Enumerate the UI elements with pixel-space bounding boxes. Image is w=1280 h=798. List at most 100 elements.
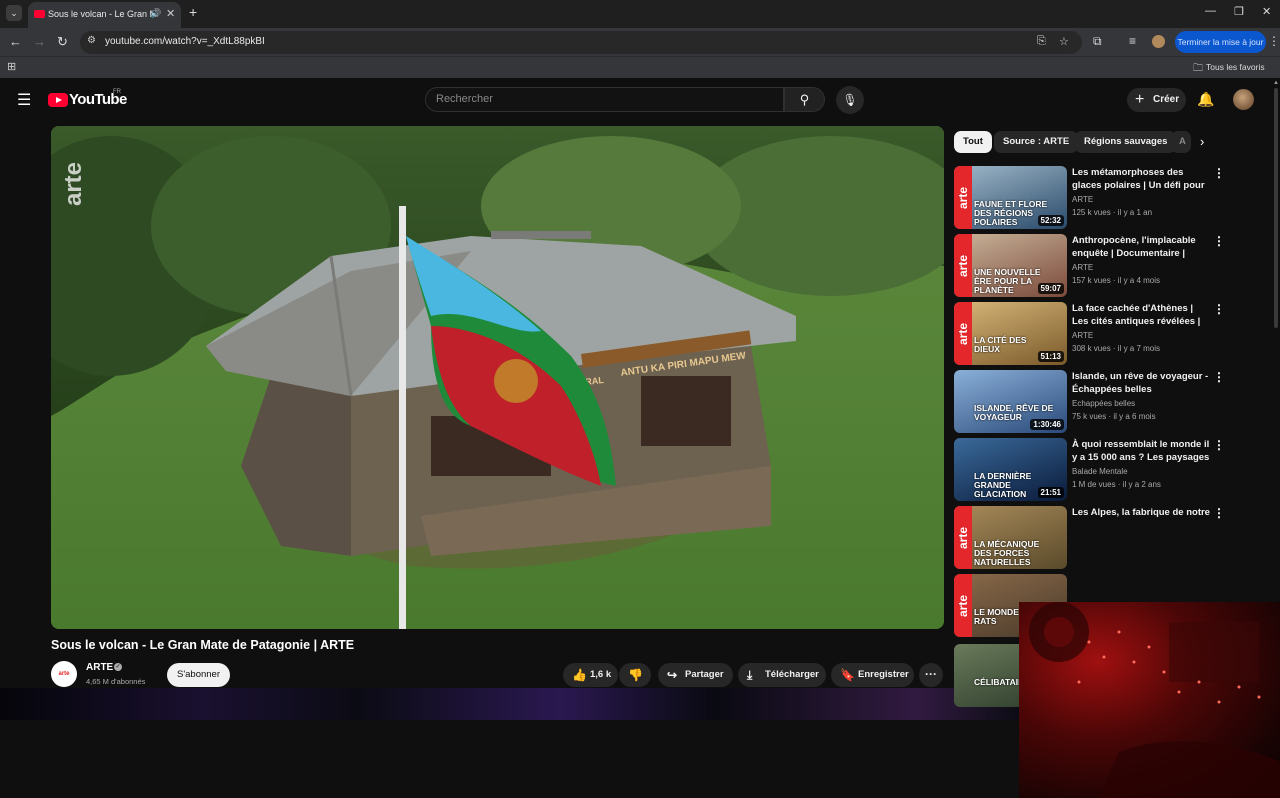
back-icon[interactable]: ←	[9, 34, 22, 49]
like-count: 1,6 k	[590, 669, 612, 680]
scroll-up-icon[interactable]: ▲	[1273, 80, 1279, 86]
chevron-right-icon[interactable]: ›	[1200, 134, 1204, 149]
recommendation-thumbnail[interactable]: arte LA CITÉ DES DIEUX 51:13	[954, 302, 1067, 365]
plus-icon: +	[1135, 91, 1145, 108]
more-options-icon[interactable]: ⋮	[1213, 302, 1225, 316]
recommendation-meta: 125 k vues · il y a 1 an	[1072, 208, 1153, 217]
bookmarks-bar: ⊞ 🗀 Tous les favoris	[0, 56, 1280, 78]
recommendation-title[interactable]: À quoi ressemblait le monde il y a 15 00…	[1072, 438, 1210, 464]
recommendation-thumbnail[interactable]: LA DERNIÈRE GRANDE GLACIATION 21:51	[954, 438, 1067, 501]
recommendation-meta: 1 M de vues · il y a 2 ans	[1072, 480, 1161, 489]
notifications-bell-icon[interactable]: 🔔	[1197, 91, 1214, 108]
video-frame: ANTU KA PIRI MAPU MEW CULTURAL arte	[51, 126, 944, 629]
more-options-icon[interactable]: ⋮	[1213, 506, 1225, 520]
more-options-icon[interactable]: ⋮	[1213, 166, 1225, 180]
chip-truncated[interactable]: A	[1171, 131, 1191, 153]
thumbs-down-icon: 👎	[628, 668, 643, 682]
browser-tab-bar: ⌄ Sous le volcan - Le Gran Mate de Patag…	[0, 0, 1280, 28]
more-options-icon[interactable]: ⋮	[1213, 234, 1225, 248]
more-options-icon[interactable]: ⋮	[1213, 438, 1225, 452]
new-tab-icon[interactable]: +	[189, 4, 197, 20]
voice-search-button[interactable]: 🎙	[836, 86, 864, 114]
all-bookmarks-link[interactable]: Tous les favoris	[1206, 62, 1265, 72]
recommendation-channel[interactable]: Balade Mentale	[1072, 467, 1128, 476]
channel-avatar[interactable]: arte	[51, 661, 77, 687]
recommendation-channel[interactable]: ARTE	[1072, 195, 1093, 204]
address-bar[interactable]: ⚙ youtube.com/watch?v=_XdtL88pkBI ⎘ ☆	[80, 31, 1082, 54]
install-app-icon[interactable]: ⎘	[1037, 35, 1046, 48]
share-button[interactable]: ↪ Partager	[658, 663, 733, 687]
search-box[interactable]	[425, 87, 784, 112]
video-player[interactable]: ANTU KA PIRI MAPU MEW CULTURAL arte	[51, 126, 944, 629]
recommendation-item[interactable]: ISLANDE, RÊVE DE VOYAGEUR 1:30:46 Islande,…	[954, 370, 1270, 433]
thumbnail-text: LA MÉCANIQUE DES FORCES NATURELLES	[974, 539, 1040, 567]
speaker-icon[interactable]: 🔊	[150, 8, 161, 19]
site-info-icon[interactable]: ⚙	[87, 35, 96, 46]
reload-icon[interactable]: ↻	[57, 34, 68, 50]
duration-badge: 21:51	[1037, 487, 1064, 498]
recommendation-title[interactable]: La face cachée d'Athènes | Les cités ant…	[1072, 302, 1210, 328]
menu-icon[interactable]: ☰	[17, 90, 31, 110]
minimize-icon[interactable]: —	[1205, 5, 1216, 17]
recommendation-thumbnail[interactable]: arte LA MÉCANIQUE DES FORCES NATURELLES	[954, 506, 1067, 569]
recommendation-channel[interactable]: ARTE	[1072, 331, 1093, 340]
download-icon: ⤓	[747, 668, 753, 682]
apps-grid-icon[interactable]: ⊞	[7, 60, 16, 73]
recommendation-item[interactable]: arte LA MÉCANIQUE DES FORCES NATURELLES Le…	[954, 506, 1270, 569]
close-window-icon[interactable]: ✕	[1262, 5, 1271, 18]
extensions-icon[interactable]: ⧉	[1093, 34, 1102, 49]
microphone-icon: 🎙	[842, 93, 858, 107]
tab-title: Sous le volcan - Le Gran Mate de Patagon…	[48, 9, 158, 19]
share-label: Partager	[685, 669, 724, 680]
update-button[interactable]: Terminer la mise à jour	[1175, 31, 1266, 53]
recommendation-thumbnail[interactable]: arte FAUNE ET FLORE DES RÉGIONS POLAIRES 5…	[954, 166, 1067, 229]
chip-regions-sauvages[interactable]: Régions sauvages	[1075, 131, 1177, 153]
close-tab-icon[interactable]: ✕	[166, 7, 175, 20]
browser-menu-icon[interactable]: ⋮	[1268, 34, 1280, 48]
recommendation-item[interactable]: arte UNE NOUVELLE ÈRE POUR LA PLANÈTE 59:0…	[954, 234, 1270, 297]
tab-search-icon[interactable]: ⌄	[6, 5, 22, 21]
create-button[interactable]: + Créer	[1127, 88, 1186, 112]
recommendation-title[interactable]: Islande, un rêve de voyageur - Échappées…	[1072, 370, 1210, 396]
recommendation-item[interactable]: LA DERNIÈRE GRANDE GLACIATION 21:51 À quoi…	[954, 438, 1270, 501]
bookmark-star-icon[interactable]: ☆	[1059, 35, 1069, 48]
bookmark-icon: 🔖	[840, 668, 855, 682]
arte-logo-band: arte	[954, 302, 972, 365]
thumbs-up-icon: 👍	[572, 668, 587, 682]
like-button[interactable]: 👍 1,6 k	[563, 663, 618, 687]
search-button[interactable]: ⚲	[784, 87, 825, 112]
media-controls-icon[interactable]: ≡	[1129, 34, 1136, 48]
page-scrollbar[interactable]: ▲	[1273, 80, 1279, 328]
masthead: ☰ YouTube FR ⚲ 🎙 + Créer 🔔 ▲	[0, 78, 1280, 328]
download-button[interactable]: ⤓ Télécharger	[738, 663, 826, 687]
forward-icon[interactable]: →	[33, 34, 46, 49]
recommendation-title[interactable]: Les Alpes, la fabrique de notre	[1072, 506, 1210, 519]
browser-tab-active[interactable]: Sous le volcan - Le Gran Mate de Patagon…	[28, 2, 181, 28]
recommendation-channel[interactable]: Echappées belles	[1072, 399, 1135, 408]
channel-name[interactable]: ARTE	[86, 662, 113, 673]
url-text[interactable]: youtube.com/watch?v=_XdtL88pkBI	[105, 36, 265, 47]
more-options-icon[interactable]: ⋮	[1213, 370, 1225, 384]
recommendation-item[interactable]: arte FAUNE ET FLORE DES RÉGIONS POLAIRES 5…	[954, 166, 1270, 229]
recommendation-meta: 308 k vues · il y a 7 mois	[1072, 344, 1161, 353]
search-input[interactable]	[436, 93, 766, 105]
recommendation-item[interactable]: arte LA CITÉ DES DIEUX 51:13 La face cachée…	[954, 302, 1270, 365]
maximize-icon[interactable]: ❐	[1234, 5, 1244, 18]
dislike-button[interactable]: 👎	[619, 663, 651, 687]
youtube-favicon-icon	[34, 10, 45, 18]
chip-source-arte[interactable]: Source : ARTE	[994, 131, 1079, 153]
more-actions-button[interactable]: ···	[919, 663, 943, 687]
recommendation-thumbnail[interactable]: arte UNE NOUVELLE ÈRE POUR LA PLANÈTE 59:0…	[954, 234, 1067, 297]
arte-logo-band: arte	[954, 166, 972, 229]
subscribe-button[interactable]: S'abonner	[167, 663, 230, 687]
recommendation-thumbnail[interactable]: ISLANDE, RÊVE DE VOYAGEUR 1:30:46	[954, 370, 1067, 433]
account-avatar[interactable]	[1233, 89, 1254, 110]
profile-avatar-icon[interactable]	[1152, 35, 1165, 48]
recommendation-title[interactable]: Les métamorphoses des glaces polaires | …	[1072, 166, 1210, 192]
recommendation-title[interactable]: Anthropocène, l'implacable enquête | Doc…	[1072, 234, 1210, 260]
recommendation-channel[interactable]: ARTE	[1072, 263, 1093, 272]
chip-all[interactable]: Tout	[954, 131, 992, 153]
save-button[interactable]: 🔖 Enregistrer	[831, 663, 914, 687]
arte-logo-band: arte	[954, 234, 972, 297]
video-title: Sous le volcan - Le Gran Mate de Patagon…	[51, 638, 355, 652]
